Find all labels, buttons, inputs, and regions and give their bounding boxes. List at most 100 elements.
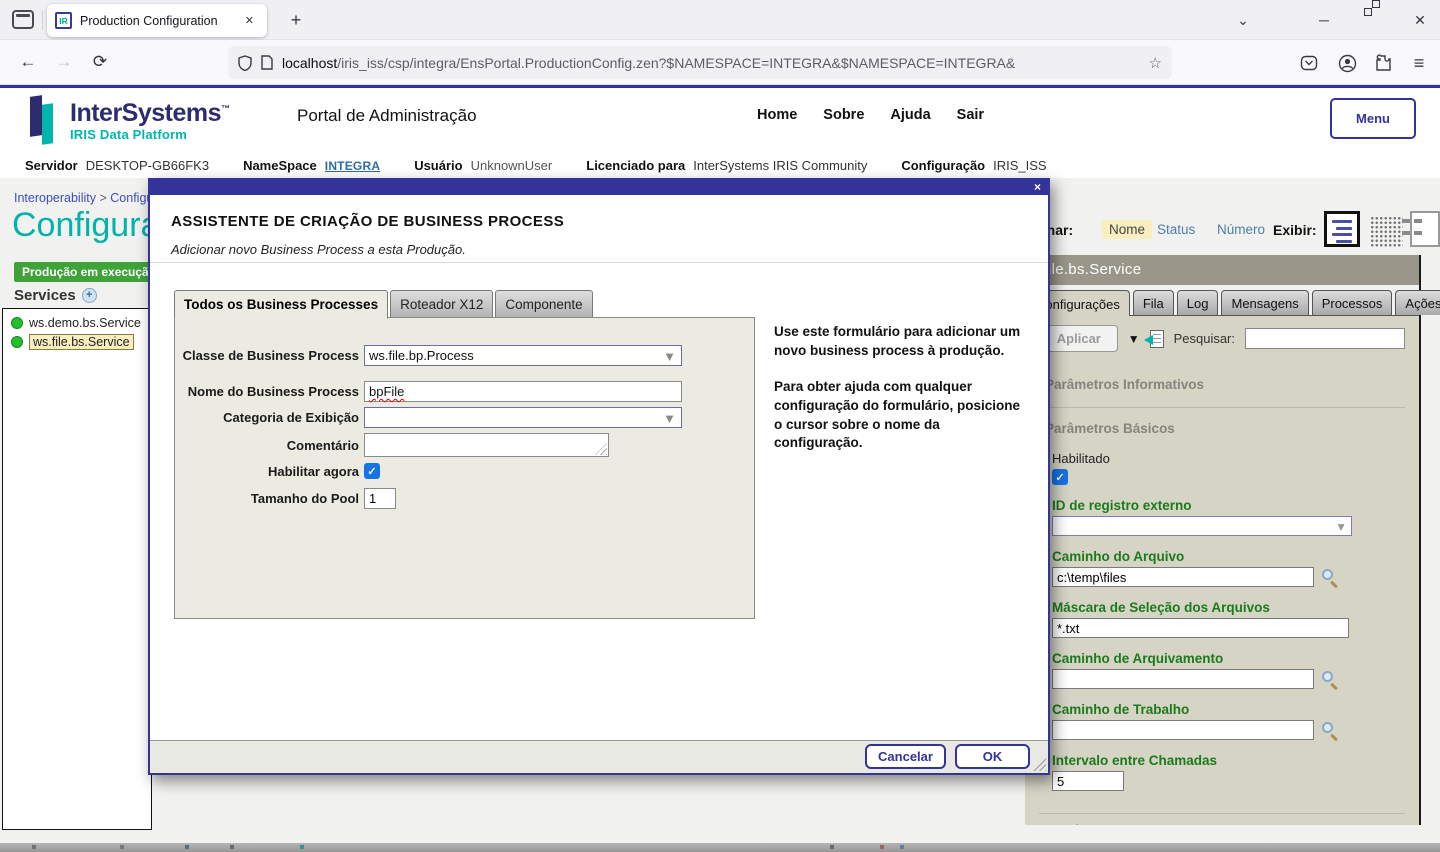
window-close-button[interactable]: ✕	[1404, 8, 1436, 32]
firefox-view-icon[interactable]	[12, 10, 34, 29]
page-favicon: IR	[55, 12, 72, 29]
business-process-wizard-dialog: × ASSISTENTE DE CRIAÇÃO DE BUSINESS PROC…	[148, 178, 1050, 775]
breadcrumb-root-link[interactable]: Interoperability	[14, 191, 96, 205]
call-interval-input[interactable]	[1052, 771, 1124, 791]
user-value: UnknownUser	[471, 158, 553, 173]
logo-subtitle: IRIS Data Platform	[70, 127, 230, 142]
address-input[interactable]: localhost/iris_iss/csp/integra/EnsPortal…	[228, 46, 1172, 79]
tab-todos-business-processes[interactable]: Todos os Business Processes	[174, 290, 388, 319]
tab-title: Production Configuration	[80, 14, 240, 28]
enable-now-checkbox[interactable]: ✓	[364, 463, 380, 479]
dialog-resize-grip[interactable]	[1032, 757, 1046, 771]
list-item-service[interactable]: ws.demo.bs.Service	[3, 315, 151, 331]
comment-label: Comentário	[172, 438, 364, 453]
window-restore-button[interactable]	[1356, 8, 1388, 32]
browse-magnifier-icon[interactable]	[1321, 569, 1338, 586]
dialog-footer: Cancelar OK	[150, 740, 1048, 773]
menu-button[interactable]: Menu	[1330, 98, 1416, 139]
window-minimize-button[interactable]: ─	[1308, 8, 1340, 32]
enabled-checkbox[interactable]: ✓	[1052, 469, 1068, 485]
windows-taskbar[interactable]	[0, 843, 1440, 852]
pocket-icon[interactable]	[1295, 50, 1323, 76]
server-info-bar: ServidorDESKTOP-GB66FK3 NameSpaceINTEGRA…	[0, 152, 1440, 178]
section-parametros-basicos[interactable]: Parâmetros Básicos	[1045, 421, 1405, 436]
file-spec-input[interactable]	[1052, 618, 1349, 638]
nav-home[interactable]: Home	[757, 107, 797, 123]
view-split-icon[interactable]	[1410, 211, 1440, 247]
status-dot-green	[11, 336, 23, 348]
sort-option-nome[interactable]: Nome	[1102, 220, 1152, 239]
portal-header: InterSystems™ IRIS Data Platform Portal …	[0, 88, 1440, 152]
tab-list-chevron-icon[interactable]: ⌄	[1227, 8, 1259, 32]
list-item-service-selected[interactable]: ws.file.bs.Service	[3, 333, 151, 351]
apply-button[interactable]: Aplicar	[1040, 325, 1118, 352]
class-label: Classe de Business Process	[172, 348, 364, 363]
namespace-link[interactable]: INTEGRA	[325, 159, 380, 173]
license-value: InterSystems IRIS Community	[693, 158, 867, 173]
sort-option-status[interactable]: Status	[1157, 222, 1195, 237]
browser-tab[interactable]: IR Production Configuration ✕	[47, 4, 267, 37]
class-select[interactable]: ws.file.bp.Process ▼	[364, 345, 682, 366]
section-parametros-adicionais[interactable]: ▾ Parâmetros Adicionais	[1039, 823, 1405, 825]
export-document-icon[interactable]	[1150, 330, 1164, 348]
page-info-icon[interactable]	[261, 55, 273, 70]
taskbar-item	[120, 845, 124, 849]
tab-log[interactable]: Log	[1177, 290, 1219, 315]
config-value: IRIS_ISS	[993, 158, 1046, 173]
add-service-icon[interactable]: +	[82, 288, 97, 303]
archive-path-input[interactable]	[1052, 669, 1314, 689]
nav-sobre[interactable]: Sobre	[823, 107, 864, 123]
chevron-down-icon: ▼	[663, 349, 676, 364]
work-path-input[interactable]	[1052, 720, 1314, 740]
browse-magnifier-icon[interactable]	[1321, 722, 1338, 739]
view-list-icon[interactable]	[1324, 211, 1360, 247]
reload-button[interactable]: ⟳	[86, 51, 114, 75]
nav-ajuda[interactable]: Ajuda	[890, 107, 930, 123]
config-label: Configuração	[901, 158, 985, 173]
tab-roteador-x12[interactable]: Roteador X12	[390, 290, 493, 318]
menu-burger-icon[interactable]: ≡	[1405, 50, 1433, 76]
name-input-value: bpFile	[369, 384, 404, 399]
nav-sair[interactable]: Sair	[957, 107, 984, 123]
tab-separator	[42, 10, 43, 30]
services-column-header: Services +	[14, 287, 97, 304]
account-icon[interactable]	[1333, 50, 1361, 76]
name-input[interactable]: bpFile	[364, 381, 682, 402]
external-registry-select[interactable]: ▼	[1052, 516, 1352, 536]
browser-tab-bar: IR Production Configuration ✕ + ⌄ ─ ✕	[0, 0, 1440, 40]
extensions-puzzle-icon[interactable]	[1369, 50, 1397, 76]
namespace-label: NameSpace	[243, 158, 317, 173]
bookmark-star-icon[interactable]: ☆	[1149, 54, 1162, 72]
tab-fila[interactable]: Fila	[1133, 290, 1174, 315]
cancel-button[interactable]: Cancelar	[865, 744, 946, 769]
file-path-input[interactable]	[1052, 567, 1314, 587]
dialog-titlebar[interactable]: ×	[150, 180, 1048, 195]
section-parametros-informativos[interactable]: Parâmetros Informativos	[1045, 377, 1405, 392]
shield-icon[interactable]	[238, 55, 252, 71]
resize-grip-icon[interactable]	[595, 443, 607, 455]
tab-processos[interactable]: Processos	[1312, 290, 1393, 315]
dialog-close-icon[interactable]: ×	[1034, 180, 1041, 195]
taskbar-item	[185, 845, 189, 849]
category-select[interactable]: ▼	[364, 407, 682, 428]
comment-textarea[interactable]	[364, 433, 609, 457]
enable-now-label: Habilitar agora	[172, 464, 364, 479]
tab-close-icon[interactable]: ✕	[240, 11, 259, 30]
pool-size-input[interactable]	[364, 488, 396, 509]
apply-dropdown-icon[interactable]: ▼	[1128, 332, 1140, 346]
search-input[interactable]	[1245, 328, 1405, 349]
browse-magnifier-icon[interactable]	[1321, 671, 1338, 688]
production-status-badge: Produção em execução	[14, 262, 164, 282]
back-button[interactable]: ←	[14, 51, 42, 75]
sort-option-numero[interactable]: Número	[1217, 222, 1265, 237]
tab-acoes[interactable]: Ações	[1395, 290, 1440, 315]
ok-button[interactable]: OK	[955, 744, 1030, 769]
server-label: Servidor	[25, 158, 78, 173]
dialog-header: ASSISTENTE DE CRIAÇÃO DE BUSINESS PROCES…	[150, 195, 1048, 263]
tab-mensagens[interactable]: Mensagens	[1221, 290, 1308, 315]
taskbar-item	[300, 845, 304, 849]
chevron-down-icon: ▼	[1335, 520, 1347, 534]
tab-componente[interactable]: Componente	[495, 290, 592, 318]
view-grid-icon[interactable]	[1369, 215, 1403, 247]
new-tab-button[interactable]: +	[283, 8, 309, 34]
